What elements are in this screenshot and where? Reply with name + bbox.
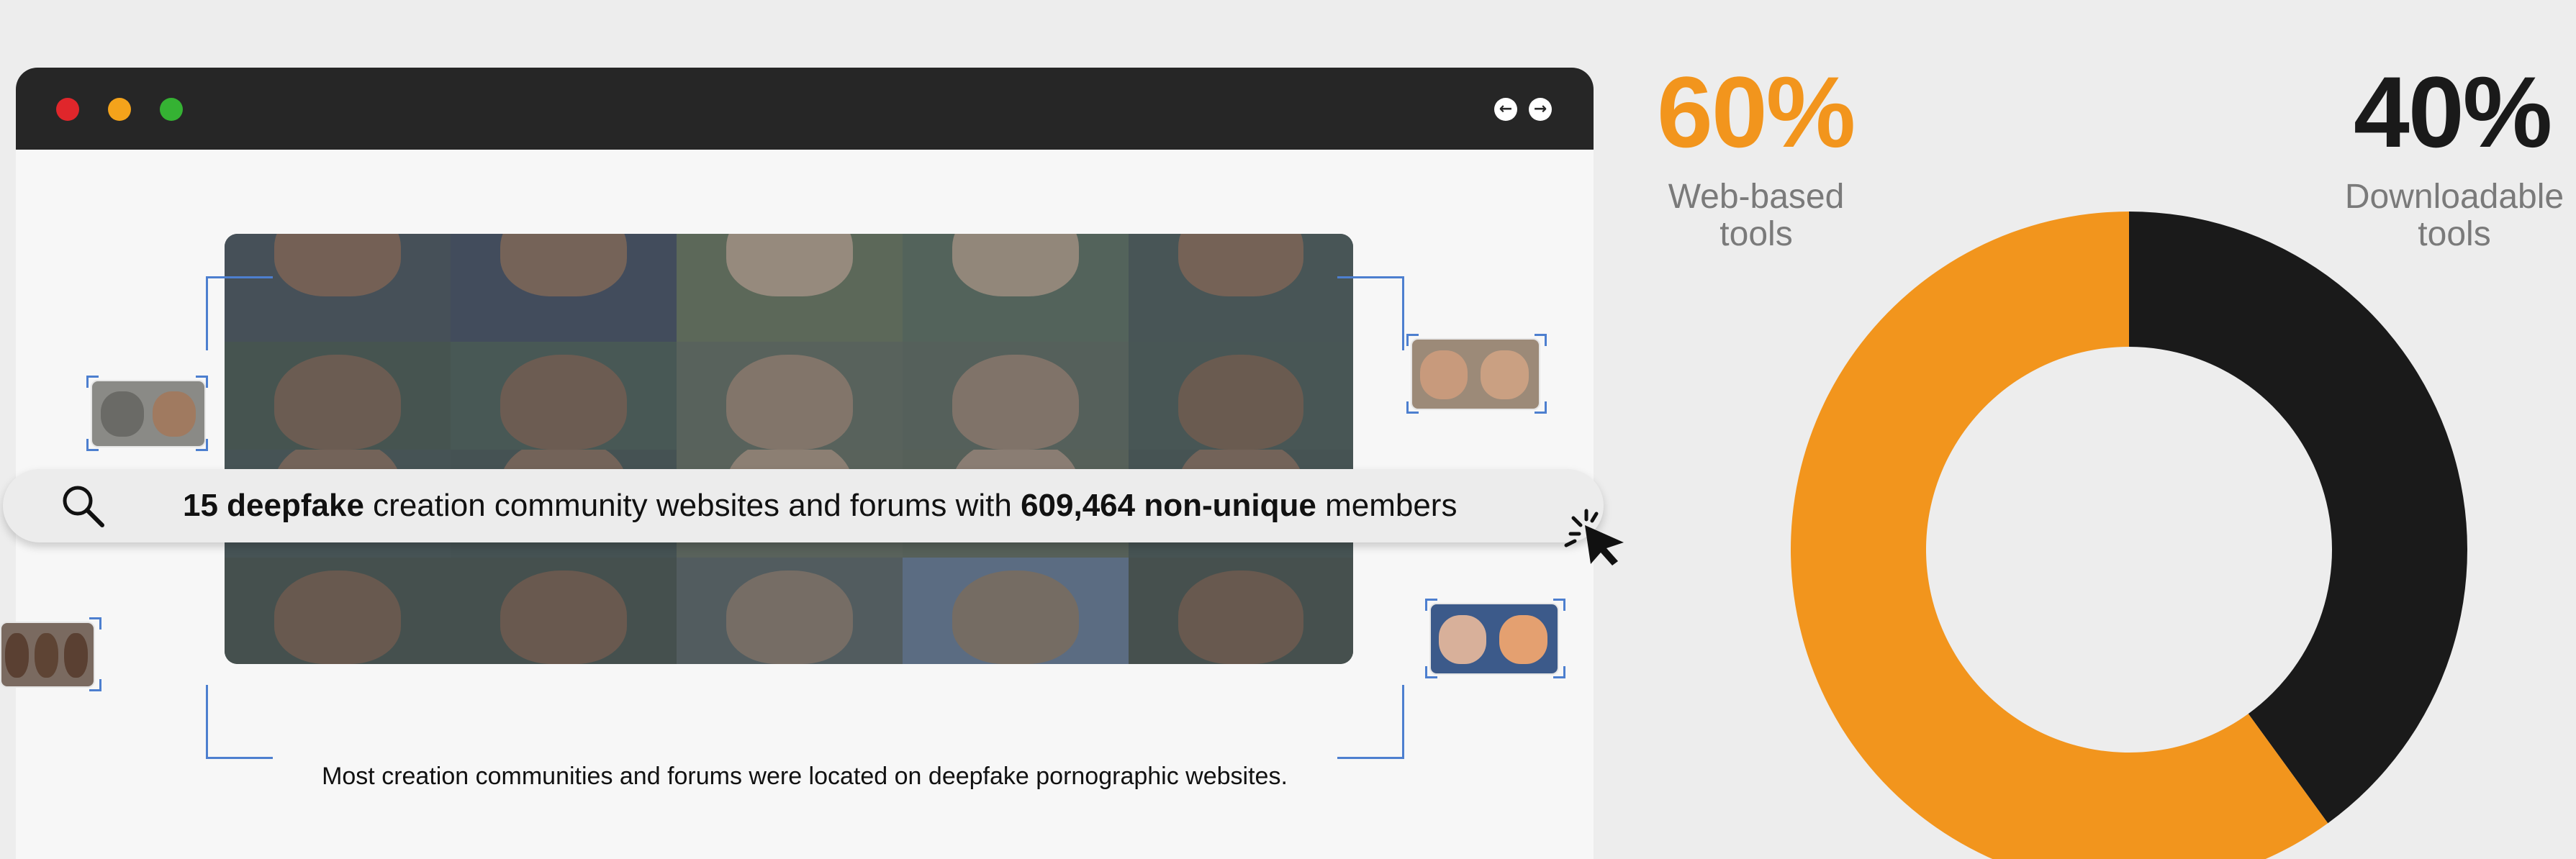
downloadable-percent: 40% — [2354, 55, 2552, 168]
donut-slice-downloadable — [2129, 212, 2467, 824]
web-based-percent: 60% — [1657, 55, 1856, 168]
click-cursor-icon — [1558, 504, 1630, 568]
forward-arrow-icon[interactable]: → — [1529, 98, 1552, 121]
donut-chart — [1791, 212, 2467, 859]
close-window-button[interactable] — [56, 98, 79, 121]
face-collage-image — [225, 234, 1353, 664]
thumbnail-image — [0, 622, 95, 688]
thumbnail-image — [91, 380, 206, 447]
title-bar: ← → — [16, 68, 1594, 150]
search-icon[interactable] — [59, 482, 107, 530]
search-query-text[interactable]: 15 deepfake creation community websites … — [183, 469, 1457, 542]
collage-caption: Most creation communities and forums wer… — [322, 763, 1288, 790]
frame-corner-bottom-right — [1337, 685, 1404, 759]
search-bar[interactable]: 15 deepfake creation community websites … — [3, 469, 1604, 542]
minimize-window-button[interactable] — [108, 98, 131, 121]
thumbnail-image — [1411, 338, 1540, 410]
frame-corner-bottom-left — [206, 685, 273, 759]
frame-corner-top-left — [206, 276, 273, 350]
zoom-window-button[interactable] — [160, 98, 183, 121]
back-arrow-icon[interactable]: ← — [1494, 98, 1517, 121]
frame-corner-top-right — [1337, 276, 1404, 350]
thumbnail-image — [1429, 603, 1559, 675]
